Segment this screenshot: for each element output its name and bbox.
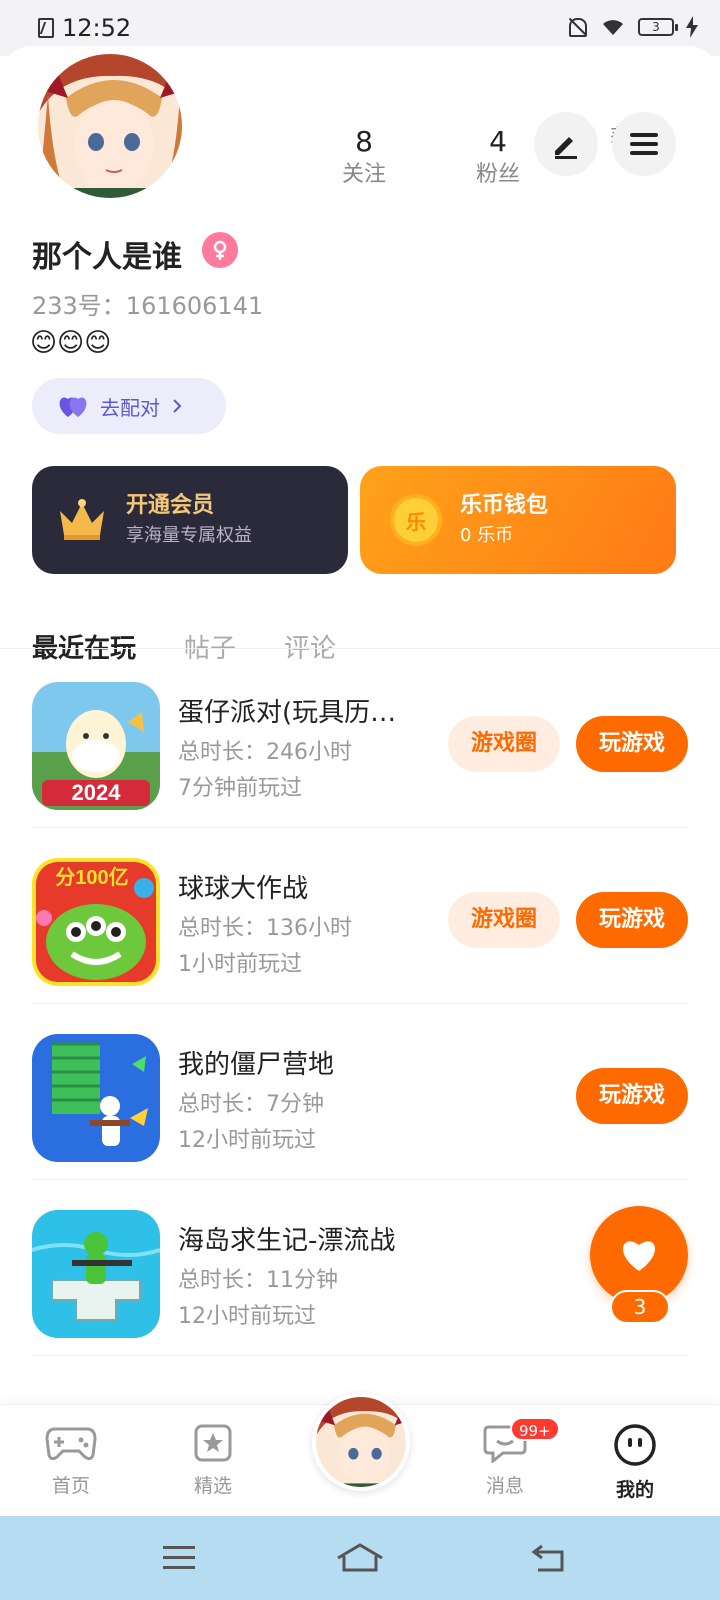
edit-profile-button[interactable] — [534, 112, 598, 176]
game-name: 海岛求生记-漂流战 — [178, 1226, 396, 1256]
game-total-time: 总时长：7分钟 — [178, 1092, 324, 1117]
following-label: 关注 — [341, 162, 386, 187]
wifi-icon — [603, 20, 623, 35]
vip-card[interactable]: 开通会员 享海量专属权益 — [32, 466, 348, 574]
list-item[interactable]: 海岛求生记-漂流战 总时长：11分钟 12小时前玩过 — [32, 1180, 688, 1356]
gamepad-icon — [45, 1427, 97, 1461]
game-name: 我的僵尸营地 — [178, 1050, 335, 1080]
game-total-time: 总时长：11分钟 — [178, 1268, 338, 1293]
charging-icon — [686, 16, 698, 38]
followers-count: 4 — [489, 125, 507, 158]
star-bookmark-icon — [194, 1424, 232, 1462]
list-item[interactable]: 2024 蛋仔派对(玩具历… 总时长：246小时 7分钟前玩过 游戏圈 玩游戏 — [32, 652, 688, 828]
heart-match-icon — [59, 397, 87, 417]
nav-center-avatar[interactable] — [312, 1393, 410, 1491]
user-signature: 😊😊😊 — [30, 328, 112, 358]
nav-label-featured: 精选 — [193, 1475, 232, 1497]
followers-label: 粉丝 — [475, 162, 520, 187]
user-avatar[interactable] — [34, 50, 186, 202]
game-circle-button[interactable]: 游戏圈 — [448, 716, 560, 772]
nav-item-me[interactable]: 我的 — [590, 1423, 680, 1502]
back-icon[interactable] — [530, 1542, 566, 1574]
user-id: 233号：161606141 — [32, 292, 264, 320]
user-name: 那个人是谁 — [32, 240, 182, 275]
following-count: 8 — [355, 125, 373, 158]
nav-label-home: 首页 — [51, 1475, 90, 1497]
menu-icon — [630, 133, 658, 155]
game-circle-button[interactable]: 游戏圈 — [448, 892, 560, 948]
play-game-button[interactable]: 玩游戏 — [576, 716, 688, 772]
battery-icon: 3 — [638, 18, 678, 36]
menu-button[interactable] — [612, 112, 676, 176]
eggy-icon-year: 2024 — [72, 780, 122, 805]
like-count-badge: 3 — [610, 1290, 670, 1324]
nav-label-messages: 消息 — [485, 1475, 524, 1497]
smiley-face-icon — [614, 1424, 656, 1466]
game-icon-eggy-party: 2024 — [32, 682, 160, 810]
game-total-time: 总时长：246小时 — [178, 740, 352, 765]
nav-label-me: 我的 — [615, 1479, 654, 1501]
play-game-button[interactable]: 玩游戏 — [576, 1068, 688, 1124]
game-name: 球球大作战 — [178, 874, 309, 904]
status-icons: 3 — [566, 16, 698, 38]
vip-title: 开通会员 — [126, 493, 215, 518]
play-game-button[interactable]: 玩游戏 — [576, 892, 688, 948]
list-item[interactable]: 我的僵尸营地 总时长：7分钟 12小时前玩过 玩游戏 — [32, 1004, 688, 1180]
coin-icon: 乐 — [390, 494, 442, 546]
crown-icon — [60, 499, 104, 540]
game-last-played: 7分钟前玩过 — [178, 776, 302, 801]
bottom-nav: 首页 精选 99+ 消息 我的 — [0, 1393, 720, 1516]
stat-followers[interactable]: 4 粉丝 — [458, 124, 538, 190]
game-icon-ball-battle: 分100亿 — [32, 858, 160, 986]
ball-icon-caption: 分100亿 — [55, 865, 128, 889]
vip-subtitle: 享海量专属权益 — [126, 525, 252, 546]
game-icon-island-survival — [32, 1210, 160, 1338]
wallet-balance: 0 乐币 — [460, 525, 514, 546]
match-label: 去配对 — [100, 395, 160, 420]
system-nav-bar — [0, 1516, 720, 1600]
heart-icon — [623, 1241, 655, 1271]
game-last-played: 12小时前玩过 — [178, 1304, 316, 1329]
list-item[interactable]: 分100亿 球球大作战 总时长：136小时 1小时前玩过 游戏圈 玩游戏 — [32, 828, 688, 1004]
chevron-right-icon — [173, 399, 182, 413]
tabs-divider — [0, 648, 720, 649]
stat-following[interactable]: 8 关注 — [324, 124, 404, 190]
game-total-time: 总时长：136小时 — [178, 916, 352, 941]
game-name: 蛋仔派对(玩具历… — [178, 698, 397, 728]
pencil-icon — [555, 137, 577, 159]
wallet-card[interactable]: 乐 乐币钱包 0 乐币 — [360, 466, 676, 574]
notification-off-icon — [566, 16, 588, 38]
wallet-title: 乐币钱包 — [460, 493, 549, 518]
game-last-played: 12小时前玩过 — [178, 1128, 316, 1153]
game-last-played: 1小时前玩过 — [178, 952, 302, 977]
recent-apps-icon[interactable] — [162, 1544, 196, 1572]
sim-card-icon — [38, 18, 54, 38]
nav-item-home[interactable]: 首页 — [26, 1423, 116, 1498]
home-icon[interactable] — [336, 1542, 384, 1574]
nav-item-messages[interactable]: 99+ 消息 — [460, 1417, 560, 1498]
divider — [32, 1355, 688, 1356]
status-time: 12:52 — [62, 14, 132, 42]
nav-item-featured[interactable]: 精选 — [168, 1423, 258, 1498]
female-gender-icon — [202, 232, 238, 268]
messages-badge: 99+ — [510, 1417, 560, 1441]
game-icon-zombie-camp — [32, 1034, 160, 1162]
match-button[interactable]: 去配对 — [32, 378, 226, 434]
